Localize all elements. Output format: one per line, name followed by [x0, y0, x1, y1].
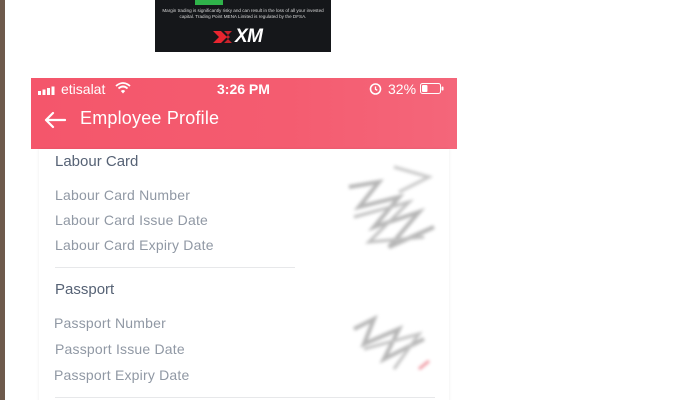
ad-banner[interactable]: Margin trading is significantly risky an… — [155, 0, 331, 52]
page-title: Employee Profile — [80, 108, 220, 128]
wifi-icon — [115, 82, 131, 94]
back-arrow-icon[interactable] — [44, 111, 66, 129]
section-divider-bottom — [55, 397, 435, 398]
signal-icon — [38, 86, 55, 95]
labour-card-number-label: Labour Card Number — [55, 187, 191, 203]
redacted-values-passport — [353, 314, 430, 371]
battery-icon — [420, 83, 444, 94]
ad-accent-bar — [195, 0, 223, 5]
profile-card: Labour Card Labour Card Number Labour Ca… — [39, 149, 449, 400]
passport-number-label: Passport Number — [54, 315, 166, 331]
carrier-name: etisalat — [61, 81, 106, 97]
section-title-labour-card: Labour Card — [55, 153, 139, 170]
passport-issue-date-label: Passport Issue Date — [55, 341, 185, 357]
phone-screen: etisalat 3:26 PM 32% Employee Profile La… — [31, 78, 457, 400]
ad-logo-text: XM — [235, 26, 263, 47]
redacted-values-labour-card — [348, 165, 435, 249]
section-divider — [55, 267, 295, 268]
battery-percent: 32% — [388, 81, 417, 97]
passport-expiry-date-label: Passport Expiry Date — [54, 367, 190, 383]
ad-disclaimer: Margin trading is significantly risky an… — [162, 8, 324, 19]
alarm-icon — [369, 83, 382, 95]
status-bar: etisalat 3:26 PM 32% — [31, 78, 457, 100]
labour-card-issue-date-label: Labour Card Issue Date — [55, 212, 209, 228]
labour-card-expiry-date-label: Labour Card Expiry Date — [55, 237, 214, 253]
background-edge — [0, 0, 5, 400]
app-header: etisalat 3:26 PM 32% Employee Profile — [31, 78, 457, 149]
section-title-passport: Passport — [55, 281, 115, 298]
status-time: 3:26 PM — [217, 81, 270, 97]
